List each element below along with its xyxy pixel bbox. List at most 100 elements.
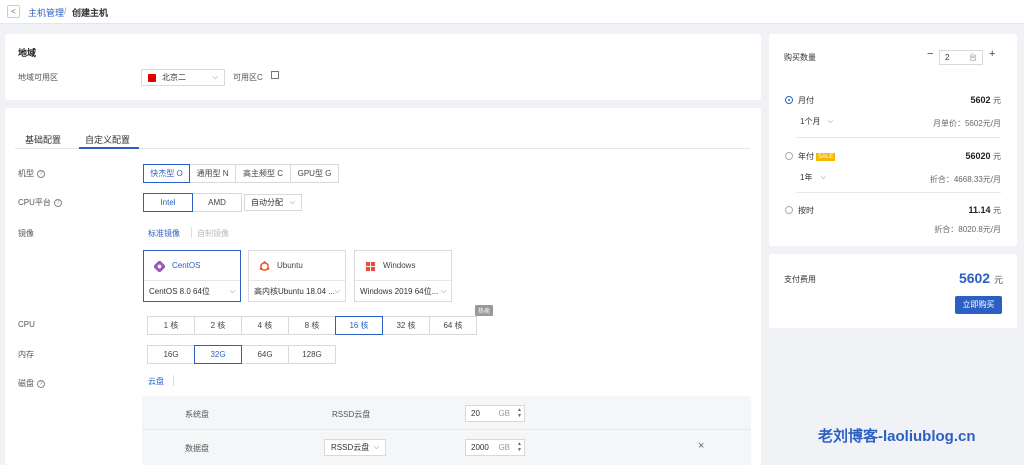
cpu-option-64[interactable]: 64 核 — [429, 316, 477, 335]
image-name: CentOS — [172, 261, 201, 270]
cpu-platform-group: Intel AMD — [143, 193, 242, 212]
cpu-auto-select[interactable]: 自动分配 ⌵ — [244, 194, 302, 211]
yearly-period-select[interactable]: 1年 ⌵ — [796, 170, 832, 187]
data-disk-type: RSSD云盘 — [331, 443, 370, 452]
buy-now-button[interactable]: 立即购买 — [955, 296, 1002, 314]
hourly-note: 折合：8020.8元/月 — [934, 225, 1001, 234]
radio-yearly[interactable] — [785, 152, 793, 160]
chevron-down-icon: ⌵ — [212, 74, 218, 81]
image-name: Windows — [383, 261, 416, 270]
breadcrumb-current: 创建主机 — [72, 8, 109, 18]
purchase-card: 购买数量 − 2 台 + 月付 5602 元 1个月 ⌵ 月单价：5602元/月 … — [769, 34, 1017, 246]
image-subtab-standard[interactable]: 标准镜像 — [148, 228, 180, 239]
hourly-price: 11.14 元 — [968, 205, 1001, 215]
payment-label: 支付费用 — [784, 275, 816, 284]
disk-row-divider — [142, 429, 751, 430]
divider — [796, 192, 1001, 193]
help-icon[interactable]: ? — [53, 198, 62, 207]
watermark: 老刘博客-laoliublog.cn — [818, 428, 976, 445]
region-select[interactable]: 北京二 ⌵ — [141, 69, 225, 86]
remove-disk-icon[interactable]: × — [698, 440, 704, 452]
cpu-platform-amd[interactable]: AMD — [192, 193, 242, 212]
plus-button[interactable]: + — [989, 48, 995, 60]
disk-tab-cloud[interactable]: 云盘 — [148, 376, 164, 387]
ubuntu-icon — [259, 261, 270, 271]
cpu-group: 1 核 2 核 4 核 8 核 16 核 32 核 64 核 — [147, 316, 477, 335]
image-version: CentOS 8.0 64位 — [149, 287, 210, 296]
machine-type-group: 快杰型 O 通用型 N 高主频型 C GPU型 G — [143, 164, 339, 183]
memory-option-128g[interactable]: 128G — [288, 345, 336, 364]
image-card-ubuntu[interactable]: Ubuntu 高内核Ubuntu 18.04 ... ⌵ — [248, 250, 346, 302]
disk-tab-divider — [173, 375, 174, 386]
quantity-value: 2 — [945, 53, 950, 62]
machine-type-c[interactable]: 高主频型 C — [235, 164, 291, 183]
hot-badge: 热卖 — [475, 305, 494, 316]
cpu-option-1[interactable]: 1 核 — [147, 316, 195, 335]
stepper-arrows-icon[interactable]: ▲ ▼ — [517, 407, 522, 419]
subtab-divider — [191, 227, 192, 238]
image-name: Ubuntu — [277, 261, 303, 270]
monthly-unit-price: 月单价：5602元/月 — [932, 119, 1001, 128]
machine-type-n[interactable]: 通用型 N — [189, 164, 236, 183]
cpu-option-8[interactable]: 8 核 — [288, 316, 336, 335]
image-version-select[interactable]: 高内核Ubuntu 18.04 ... ⌵ — [249, 280, 345, 302]
cpu-auto-value: 自动分配 — [251, 198, 283, 207]
image-card-windows[interactable]: Windows Windows 2019 64位... ⌵ — [354, 250, 452, 302]
top-bar: < 主机管理 / 创建主机 — [0, 0, 1024, 24]
image-subtab-custom[interactable]: 自制镜像 — [197, 228, 229, 239]
data-disk-name: 数据盘 — [185, 444, 209, 453]
image-version: Windows 2019 64位... — [360, 287, 439, 296]
back-button[interactable]: < — [7, 5, 20, 18]
payment-card: 支付费用 5602 元 立即购买 — [769, 254, 1017, 328]
yearly-note: 折合：4668.33元/月 — [929, 175, 1001, 184]
divider — [796, 137, 1001, 138]
quantity-input[interactable]: 2 台 — [939, 50, 983, 65]
copy-icon[interactable] — [271, 71, 279, 79]
image-card-centos[interactable]: CentOS CentOS 8.0 64位 ⌵ — [143, 250, 241, 302]
cpu-option-32[interactable]: 32 核 — [382, 316, 430, 335]
quantity-label: 购买数量 — [784, 53, 816, 62]
breadcrumb-separator: / — [64, 6, 67, 16]
breadcrumb-parent[interactable]: 主机管理 — [28, 6, 64, 19]
tab-active-indicator — [79, 147, 139, 149]
hourly-label: 按时 — [798, 206, 814, 215]
quantity-unit: 台 — [969, 53, 977, 62]
chevron-down-icon: ⌵ — [440, 288, 446, 295]
cpu-option-16[interactable]: 16 核 — [335, 316, 383, 335]
cpu-option-4[interactable]: 4 核 — [241, 316, 289, 335]
chevron-down-icon: ⌵ — [334, 288, 340, 295]
yearly-price: 56020 元 — [965, 151, 1001, 161]
data-disk-type-select[interactable]: RSSD云盘 ⌵ — [324, 439, 386, 456]
radio-monthly[interactable] — [785, 96, 793, 104]
stepper-arrows-icon[interactable]: ▲ ▼ — [517, 441, 522, 453]
memory-option-32g[interactable]: 32G — [194, 345, 242, 364]
region-city: 北京二 — [162, 73, 186, 82]
yearly-label: 年付 SALE — [798, 152, 836, 161]
memory-option-64g[interactable]: 64G — [241, 345, 289, 364]
help-icon[interactable]: ? — [37, 379, 45, 388]
monthly-price: 5602 元 — [970, 95, 1001, 105]
radio-hourly[interactable] — [785, 206, 793, 214]
cpu-platform-intel[interactable]: Intel — [143, 193, 193, 212]
monthly-period-select[interactable]: 1个月 ⌵ — [796, 114, 839, 131]
china-flag-icon — [148, 73, 156, 82]
payment-price: 5602 元 — [958, 270, 1003, 286]
machine-type-o[interactable]: 快杰型 O — [143, 164, 190, 183]
minus-button[interactable]: − — [927, 48, 933, 60]
system-disk-size[interactable]: 20 GB ▲ ▼ — [465, 405, 525, 422]
chevron-down-icon: ⌵ — [820, 174, 826, 181]
machine-type-g[interactable]: GPU型 G — [290, 164, 339, 183]
image-version-select[interactable]: CentOS 8.0 64位 ⌵ — [144, 280, 240, 302]
image-version-select[interactable]: Windows 2019 64位... ⌵ — [355, 280, 451, 302]
memory-option-16g[interactable]: 16G — [147, 345, 195, 364]
cpu-option-2[interactable]: 2 核 — [194, 316, 242, 335]
cpu-label: CPU — [18, 320, 35, 329]
tab-basic[interactable]: 基础配置 — [25, 133, 61, 146]
help-icon[interactable]: ? — [37, 169, 45, 178]
monthly-label: 月付 — [798, 96, 814, 105]
data-disk-size[interactable]: 2000 GB ▲ ▼ — [465, 439, 525, 456]
windows-icon — [365, 261, 376, 272]
tab-custom[interactable]: 自定义配置 — [85, 133, 130, 146]
chevron-down-icon: ⌵ — [373, 444, 379, 451]
system-disk-name: 系统盘 — [185, 410, 209, 419]
